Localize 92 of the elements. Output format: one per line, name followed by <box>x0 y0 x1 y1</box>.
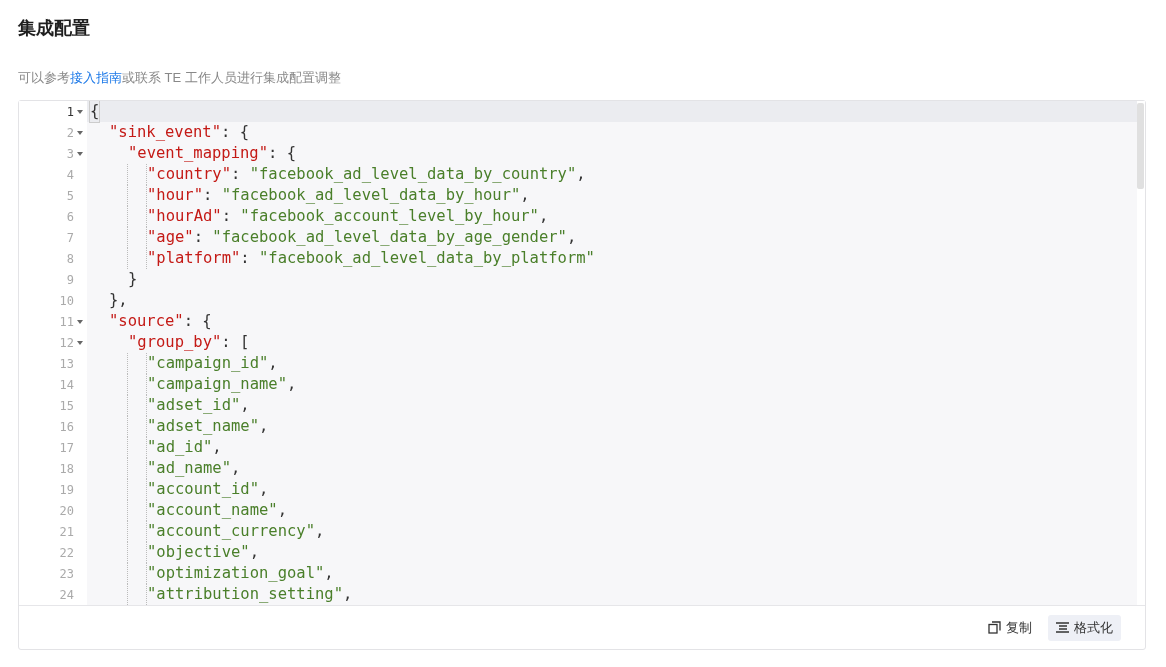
json-punctuation: , <box>259 416 269 437</box>
fold-caret-icon[interactable] <box>77 319 83 324</box>
line-number: 6 <box>66 209 74 224</box>
json-string: "attribution_setting" <box>147 584 343 605</box>
json-string: "facebook_ad_level_data_by_platform" <box>259 248 595 269</box>
line-number: 19 <box>59 482 74 497</box>
fold-caret-icon[interactable] <box>77 109 83 114</box>
json-punctuation: , <box>277 500 287 521</box>
json-string: "adset_name" <box>147 416 259 437</box>
line-number: 1 <box>66 104 74 119</box>
json-string: "facebook_ad_level_data_by_country" <box>249 164 577 185</box>
json-punctuation: , <box>231 458 241 479</box>
json-string: "facebook_ad_level_data_by_hour" <box>221 185 521 206</box>
line-number: 10 <box>59 293 74 308</box>
scrollbar-thumb[interactable] <box>1137 103 1144 189</box>
line-number: 9 <box>66 272 74 287</box>
line-number: 12 <box>59 335 74 350</box>
json-punctuation: : <box>231 164 242 185</box>
line-number: 14 <box>59 377 74 392</box>
json-punctuation: , <box>324 563 334 584</box>
page-title: 集成配置 <box>18 17 91 40</box>
json-punctuation: , <box>240 395 250 416</box>
json-punctuation: , <box>268 353 278 374</box>
line-number: 15 <box>59 398 74 413</box>
json-key: "platform" <box>147 248 241 269</box>
json-punctuation: , <box>520 185 530 206</box>
json-punctuation: : <box>240 248 251 269</box>
json-punctuation: { <box>90 101 100 122</box>
json-key: "event_mapping" <box>128 143 268 164</box>
line-number: 4 <box>66 167 74 182</box>
json-punctuation: : <box>221 206 232 227</box>
json-punctuation: , <box>315 521 325 542</box>
json-string: "account_name" <box>147 500 278 521</box>
json-string: "account_id" <box>147 479 259 500</box>
json-punctuation: : [ <box>221 332 250 353</box>
json-key: "source" <box>109 311 184 332</box>
json-punctuation: : { <box>221 122 249 143</box>
description-text: 可以参考接入指南或联系 TE 工作人员进行集成配置调整 <box>18 69 342 87</box>
line-number: 11 <box>59 314 74 329</box>
line-number: 3 <box>66 146 74 161</box>
format-button[interactable]: 格式化 <box>1048 614 1121 641</box>
json-key: "sink_event" <box>109 122 221 143</box>
json-punctuation: } <box>128 269 138 290</box>
json-key: "group_by" <box>128 332 222 353</box>
align-lines-icon <box>1056 622 1069 633</box>
line-number: 22 <box>59 545 74 560</box>
json-punctuation: , <box>212 437 222 458</box>
json-punctuation: }, <box>109 290 128 311</box>
line-number: 7 <box>66 230 74 245</box>
line-number: 21 <box>59 524 74 539</box>
json-string: "adset_id" <box>147 395 241 416</box>
json-key: "age" <box>147 227 194 248</box>
json-punctuation: , <box>287 374 297 395</box>
json-punctuation: , <box>342 584 353 605</box>
line-number: 18 <box>59 461 74 476</box>
line-number: 8 <box>66 251 74 266</box>
json-punctuation: , <box>566 227 577 248</box>
json-punctuation: : { <box>268 143 296 164</box>
line-number: 16 <box>59 419 74 434</box>
line-number: 23 <box>59 566 74 581</box>
json-punctuation: , <box>259 479 269 500</box>
json-string: "facebook_account_level_by_hour" <box>240 206 539 227</box>
line-number: 20 <box>59 503 74 518</box>
json-string: "campaign_id" <box>147 353 269 374</box>
json-string: "ad_name" <box>147 458 231 479</box>
json-string: "facebook_ad_level_data_by_age_gender" <box>212 227 567 248</box>
fold-caret-icon[interactable] <box>77 151 83 156</box>
json-punctuation: , <box>576 164 586 185</box>
json-punctuation: : <box>193 227 204 248</box>
line-number: 2 <box>66 125 74 140</box>
json-string: "optimization_goal" <box>147 563 325 584</box>
json-key: "country" <box>147 164 231 185</box>
json-key: "hour" <box>147 185 203 206</box>
scrollbar[interactable] <box>1137 101 1145 605</box>
json-punctuation: , <box>249 542 259 563</box>
json-punctuation: : <box>203 185 214 206</box>
json-string: "ad_id" <box>147 437 213 458</box>
fold-caret-icon[interactable] <box>77 130 83 135</box>
line-number: 17 <box>59 440 74 455</box>
json-key: "hourAd" <box>147 206 222 227</box>
guide-link[interactable]: 接入指南 <box>70 70 122 85</box>
line-number: 13 <box>59 356 74 371</box>
line-number: 5 <box>66 188 74 203</box>
json-punctuation: , <box>538 206 549 227</box>
json-string: "campaign_name" <box>147 374 287 395</box>
copy-icon <box>988 621 1001 634</box>
copy-button[interactable]: 复制 <box>980 614 1040 641</box>
json-punctuation: : { <box>183 311 212 332</box>
json-string: "objective" <box>147 542 250 563</box>
line-number: 24 <box>59 587 74 602</box>
json-string: "account_currency" <box>147 521 315 542</box>
fold-caret-icon[interactable] <box>77 340 83 345</box>
